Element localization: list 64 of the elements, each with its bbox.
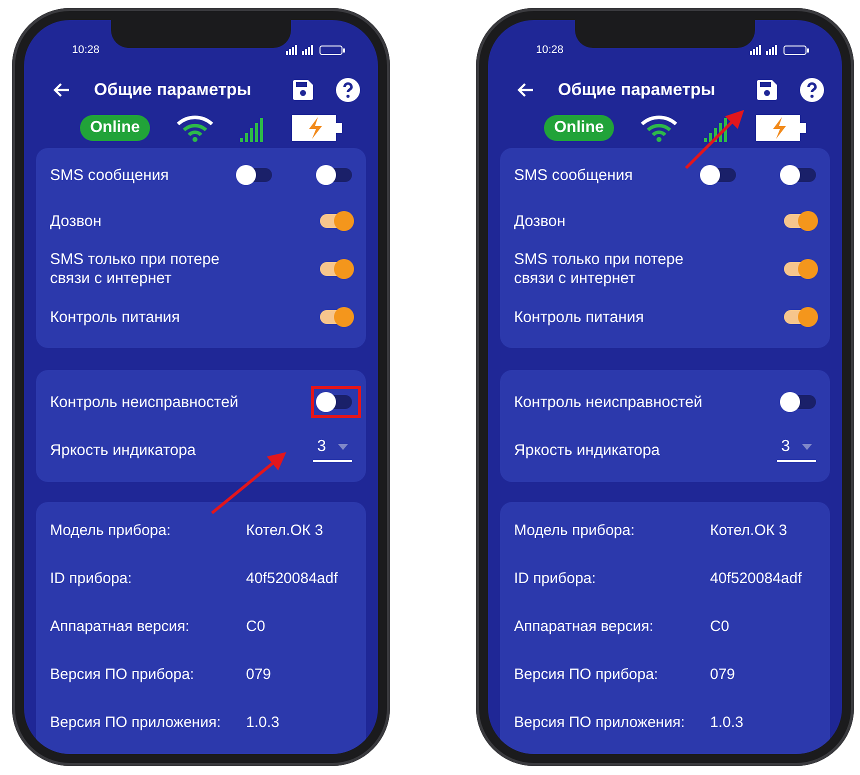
info-value: 1.0.3 — [246, 714, 280, 730]
info-value: 40f520084adf — [246, 570, 339, 586]
toggle-switch[interactable] — [784, 214, 816, 228]
info-value: 40f520084adf — [710, 570, 803, 586]
battery-charging-icon — [292, 114, 342, 141]
cell-signal-icon — [766, 44, 777, 55]
info-label: Аппаратная версия: — [50, 618, 190, 634]
brightness-dropdown[interactable]: 3 — [313, 438, 352, 462]
screen-title: Общие параметры — [558, 80, 716, 100]
battery-icon — [784, 45, 809, 55]
info-label: Версия ПО прибора: — [514, 666, 660, 682]
info-value: C0 — [710, 618, 730, 634]
setting-label: Контроль питания — [514, 308, 644, 326]
info-label: Версия ПО приложения: — [50, 714, 222, 730]
info-value: Котел.ОК 3 — [710, 522, 788, 538]
back-button[interactable] — [52, 82, 70, 98]
info-label: Модель прибора: — [50, 522, 172, 538]
info-label: ID прибора: — [514, 570, 597, 586]
battery-charging-icon — [756, 114, 806, 141]
setting-label: Контроль неисправностей — [50, 392, 238, 412]
info-value: 1.0.3 — [710, 714, 744, 730]
setting-label: Дозвон — [514, 212, 566, 230]
info-label: Версия ПО прибора: — [50, 666, 196, 682]
wifi-icon — [640, 114, 678, 142]
info-value: 079 — [246, 666, 272, 682]
toggle-switch[interactable] — [784, 310, 816, 324]
status-time: 10:28 — [536, 44, 564, 56]
setting-label: Яркость индикатора — [50, 440, 196, 460]
cell-signal-icon — [286, 44, 297, 55]
setting-label: Контроль питания — [50, 308, 180, 326]
cell-signal-icon — [302, 44, 313, 55]
screen-title: Общие параметры — [94, 80, 252, 100]
info-label: Версия ПО приложения: — [514, 714, 686, 730]
setting-label: SMS сообщения — [514, 166, 633, 184]
info-label: Аппаратная версия: — [514, 618, 654, 634]
caret-icon — [338, 444, 348, 450]
help-button[interactable] — [336, 78, 360, 102]
brightness-dropdown[interactable]: 3 — [777, 438, 816, 462]
toggle-switch[interactable] — [320, 262, 352, 276]
online-badge: Online — [544, 114, 614, 141]
info-value: 079 — [710, 666, 736, 682]
online-badge: Online — [80, 114, 150, 141]
save-button[interactable] — [756, 78, 778, 101]
setting-label: SMS только при потере связи с интернет — [50, 250, 221, 288]
setting-label: Дозвон — [50, 212, 102, 230]
status-time: 10:28 — [72, 44, 100, 56]
wifi-icon — [176, 114, 214, 142]
toggle-switch[interactable] — [784, 262, 816, 276]
info-value: C0 — [246, 618, 266, 634]
setting-label: Яркость индикатора — [514, 440, 660, 460]
toggle-switch[interactable] — [320, 310, 352, 324]
cell-signal-icon — [750, 44, 761, 55]
setting-label: SMS сообщения — [50, 166, 169, 184]
setting-label: Контроль неисправностей — [514, 392, 702, 412]
toggle-switch[interactable] — [320, 214, 352, 228]
save-button[interactable] — [292, 78, 314, 101]
info-value: Котел.ОК 3 — [246, 522, 324, 538]
info-label: Модель прибора: — [514, 522, 636, 538]
back-button[interactable] — [516, 82, 534, 98]
caret-icon — [802, 444, 812, 450]
setting-label: SMS только при потере связи с интернет — [514, 250, 685, 288]
battery-icon — [320, 45, 345, 55]
info-label: ID прибора: — [50, 570, 133, 586]
help-button[interactable] — [800, 78, 824, 102]
